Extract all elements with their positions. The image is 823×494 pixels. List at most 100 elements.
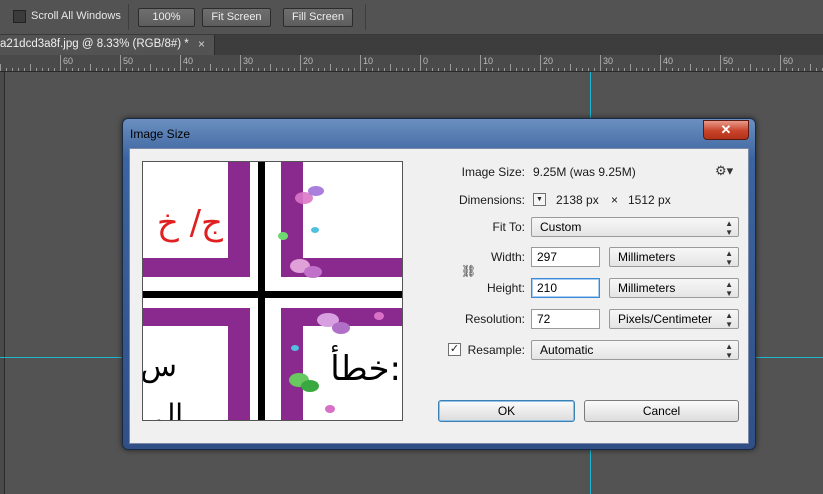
fill-screen-button[interactable]: Fill Screen (283, 8, 353, 27)
zoom-100-button[interactable]: 100% (138, 8, 195, 27)
height-input[interactable]: 210 (531, 278, 600, 298)
tab-close-icon[interactable]: × (198, 37, 205, 51)
image-preview[interactable]: ج/ خ س خطأ: ال (142, 161, 403, 421)
ruler-minor-tick (102, 68, 103, 71)
ruler-minor-tick (318, 68, 319, 71)
ruler-minor-tick (672, 68, 673, 71)
ok-button[interactable]: OK (438, 400, 575, 422)
dimensions-label: Dimensions: (458, 193, 525, 207)
fit-to-select[interactable]: Custom ▲ ▼ (531, 217, 739, 237)
ruler-label: 10 (483, 56, 494, 66)
dimensions-dropdown-toggle[interactable]: ▼ (533, 193, 546, 206)
gear-icon[interactable]: ⚙▾ (715, 163, 733, 179)
ruler-label: 50 (123, 56, 134, 66)
options-bar: Scroll All Windows 100% Fit Screen Fill … (0, 0, 823, 35)
chevron-updown-icon: ▲ ▼ (725, 311, 733, 329)
ruler-minor-tick (546, 68, 547, 71)
ruler-minor-tick (696, 68, 697, 71)
ruler-minor-tick (174, 68, 175, 71)
ruler-minor-tick (402, 68, 403, 71)
ruler-minor-tick (426, 68, 427, 71)
ruler-minor-tick (192, 68, 193, 71)
ruler-label: 40 (183, 56, 194, 66)
ruler-minor-tick (336, 68, 337, 71)
ruler-minor-tick (228, 68, 229, 71)
cancel-button[interactable]: Cancel (584, 400, 739, 422)
ruler-minor-tick (330, 64, 331, 71)
scroll-all-windows-checkbox[interactable] (13, 10, 26, 23)
ruler-minor-tick (690, 64, 691, 71)
vertical-ruler[interactable] (0, 72, 5, 494)
ruler-minor-tick (468, 68, 469, 71)
dimensions-width: 2138 px (556, 193, 599, 207)
height-unit-select[interactable]: Millimeters ▲ ▼ (609, 278, 739, 298)
ruler-minor-tick (462, 68, 463, 71)
ruler-minor-tick (738, 68, 739, 71)
ruler-minor-tick (240, 64, 241, 71)
resolution-unit-select[interactable]: Pixels/Centimeter ▲ ▼ (609, 309, 739, 329)
ruler-minor-tick (654, 68, 655, 71)
resample-select[interactable]: Automatic ▲ ▼ (531, 340, 739, 360)
ruler-minor-tick (732, 68, 733, 71)
resolution-unit-value: Pixels/Centimeter (618, 312, 713, 326)
document-tab-title: a21dcd3a8f.jpg @ 8.33% (RGB/8#) * (0, 38, 189, 50)
ruler-minor-tick (342, 68, 343, 71)
ruler-minor-tick (0, 64, 1, 71)
ruler-minor-tick (48, 68, 49, 71)
ruler-minor-tick (150, 64, 151, 71)
constrain-proportions-link-icon[interactable]: ⛓ (461, 264, 476, 278)
ruler-minor-tick (660, 64, 661, 71)
ruler-minor-tick (570, 64, 571, 71)
resolution-input[interactable]: 72 (531, 309, 600, 329)
width-unit-select[interactable]: Millimeters ▲ ▼ (609, 247, 739, 267)
chevron-updown-icon: ▲ ▼ (725, 249, 733, 267)
ruler-minor-tick (798, 68, 799, 71)
ruler-minor-tick (534, 68, 535, 71)
ruler-minor-tick (420, 64, 421, 71)
preview-text-bottom-right: خطأ: (330, 345, 401, 389)
ruler-minor-tick (714, 68, 715, 71)
preview-image: ج/ خ س خطأ: ال (143, 162, 402, 420)
separator (365, 4, 366, 30)
ruler-minor-tick (276, 68, 277, 71)
ruler-minor-tick (642, 68, 643, 71)
fit-screen-button[interactable]: Fit Screen (202, 8, 271, 27)
ruler-minor-tick (96, 68, 97, 71)
ruler-minor-tick (204, 68, 205, 71)
resolution-label: Resolution: (464, 312, 525, 326)
ruler-minor-tick (504, 68, 505, 71)
ruler-minor-tick (42, 68, 43, 71)
ruler-minor-tick (348, 68, 349, 71)
chevron-updown-icon: ▲ ▼ (725, 342, 733, 360)
dialog-close-button[interactable]: ✕ (703, 120, 749, 140)
ruler-minor-tick (300, 64, 301, 71)
ruler-minor-tick (510, 64, 511, 71)
ruler-minor-tick (522, 68, 523, 71)
ruler-minor-tick (84, 68, 85, 71)
ruler-minor-tick (630, 64, 631, 71)
ruler-minor-tick (108, 68, 109, 71)
ruler-minor-tick (438, 68, 439, 71)
ruler-minor-tick (432, 68, 433, 71)
preview-text-bottom-left: ال (155, 398, 183, 420)
dialog-body: ج/ خ س خطأ: ال Image Size: 9.25M (was 9.… (129, 148, 749, 444)
resample-checkbox[interactable]: ✓ (448, 343, 461, 356)
ruler-minor-tick (396, 68, 397, 71)
ruler-minor-tick (372, 68, 373, 71)
width-input[interactable]: 297 (531, 247, 600, 267)
close-icon: ✕ (720, 122, 732, 137)
ruler-label: 20 (303, 56, 314, 66)
horizontal-ruler[interactable]: 60 50 40 30 20 10 0 10 20 30 40 50 60 (0, 55, 823, 72)
ruler-minor-tick (234, 68, 235, 71)
document-tab[interactable]: a21dcd3a8f.jpg @ 8.33% (RGB/8#) * × (0, 35, 215, 55)
ruler-minor-tick (516, 68, 517, 71)
ruler-minor-tick (786, 68, 787, 71)
image-size-label: Image Size: (461, 165, 525, 179)
chevron-updown-icon: ▲ ▼ (725, 219, 733, 237)
ruler-minor-tick (540, 64, 541, 71)
ruler-minor-tick (6, 68, 7, 71)
ruler-minor-tick (702, 68, 703, 71)
ruler-minor-tick (216, 68, 217, 71)
ruler-minor-tick (312, 68, 313, 71)
ruler-minor-tick (114, 68, 115, 71)
